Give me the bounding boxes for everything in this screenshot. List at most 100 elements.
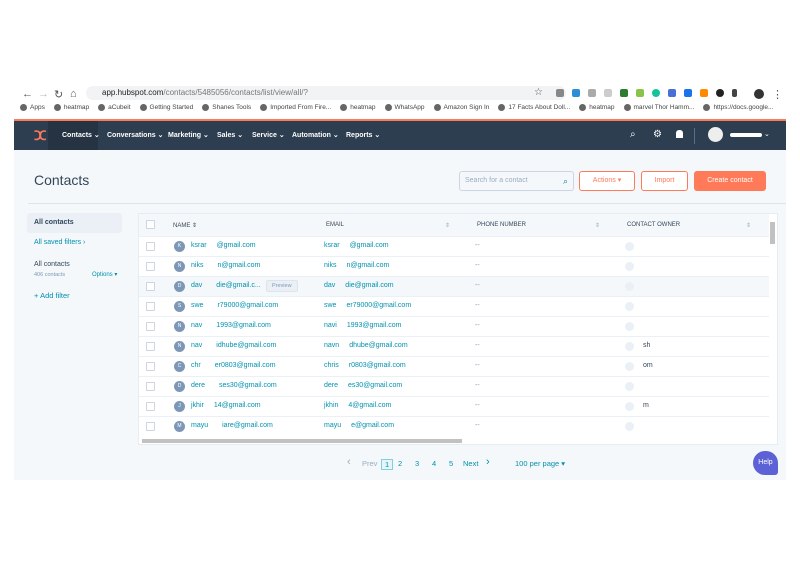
column-header-owner[interactable]: CONTACT OWNER xyxy=(627,222,680,228)
extension-icon[interactable] xyxy=(732,89,737,97)
bookmark-item[interactable]: heatmap xyxy=(54,104,89,111)
page-4-button[interactable]: 4 xyxy=(432,459,436,468)
sidebar-item-all-contacts[interactable]: All contacts xyxy=(27,213,122,233)
column-header-email[interactable]: EMAIL xyxy=(326,222,344,228)
reload-icon[interactable]: ↻ xyxy=(54,88,63,101)
bookmark-item[interactable]: Imported From Fire... xyxy=(260,104,331,111)
nav-item-marketing[interactable]: Marketing ⌄ xyxy=(168,131,209,139)
back-icon[interactable]: ← xyxy=(22,88,33,100)
nav-item-service[interactable]: Service ⌄ xyxy=(252,131,285,139)
table-row[interactable]: M mayuiare@gmail.com mayue@gmail.com -- xyxy=(139,416,769,436)
preview-button[interactable]: Preview xyxy=(266,280,298,292)
contact-name-link[interactable]: dereses30@gmail.com xyxy=(191,382,277,389)
contact-email[interactable]: mayue@gmail.com xyxy=(324,422,394,429)
table-row[interactable]: C chrer0803@gmail.com chrisr0803@gmail.c… xyxy=(139,356,769,376)
sort-icon[interactable]: ⇕ xyxy=(595,222,600,229)
contact-email[interactable]: sweer79000@gmail.com xyxy=(324,302,411,309)
nav-item-automation[interactable]: Automation ⌄ xyxy=(292,131,339,139)
row-checkbox[interactable] xyxy=(146,302,155,311)
page-3-button[interactable]: 3 xyxy=(415,459,419,468)
contact-name-link[interactable]: niksn@gmail.com xyxy=(191,262,260,269)
table-row[interactable]: S swer79000@gmail.com sweer79000@gmail.c… xyxy=(139,296,769,316)
star-icon[interactable]: ☆ xyxy=(534,87,543,98)
bookmark-item[interactable]: Amazon Sign In xyxy=(434,104,490,111)
extension-icon[interactable] xyxy=(620,89,628,97)
all-saved-filters-link[interactable]: All saved filters › xyxy=(34,239,85,246)
contact-name-link[interactable]: jkhir14@gmail.com xyxy=(191,402,261,409)
row-checkbox[interactable] xyxy=(146,262,155,271)
contact-name-link[interactable]: mayuiare@gmail.com xyxy=(191,422,273,429)
extension-icon[interactable] xyxy=(604,89,612,97)
sort-icon[interactable]: ⇕ xyxy=(445,222,450,229)
user-name-redacted[interactable] xyxy=(730,133,762,137)
chevron-down-icon[interactable]: ⌄ xyxy=(764,130,770,138)
row-checkbox[interactable] xyxy=(146,322,155,331)
actions-button[interactable]: Actions ▾ xyxy=(579,171,635,191)
bookmark-item[interactable]: heatmap xyxy=(579,104,614,111)
extension-icon[interactable] xyxy=(636,89,644,97)
contact-email[interactable]: davdie@gmail.com xyxy=(324,282,394,289)
bookmark-item[interactable]: heatmap xyxy=(340,104,375,111)
row-checkbox[interactable] xyxy=(146,382,155,391)
vertical-scrollbar[interactable] xyxy=(770,222,775,244)
select-all-checkbox[interactable] xyxy=(146,220,155,229)
nav-item-contacts[interactable]: Contacts ⌄ xyxy=(62,131,100,139)
extension-icon[interactable] xyxy=(684,89,692,97)
table-row[interactable]: N nav1993@gmail.com navi1993@gmail.com -… xyxy=(139,316,769,336)
row-checkbox[interactable] xyxy=(146,282,155,291)
contact-name-link[interactable]: chrer0803@gmail.com xyxy=(191,362,276,369)
contact-email[interactable]: navi1993@gmail.com xyxy=(324,322,401,329)
nav-item-sales[interactable]: Sales ⌄ xyxy=(217,131,243,139)
contact-email[interactable]: niksn@gmail.com xyxy=(324,262,389,269)
page-2-button[interactable]: 2 xyxy=(398,459,402,468)
contact-name-link[interactable]: navidhube@gmail.com xyxy=(191,342,276,349)
add-filter-button[interactable]: + Add filter xyxy=(34,291,70,300)
table-row[interactable]: D dereses30@gmail.com derees30@gmail.com… xyxy=(139,376,769,396)
gear-icon[interactable]: ⚙ xyxy=(653,129,662,140)
contact-name-link[interactable]: nav1993@gmail.com xyxy=(191,322,271,329)
page-5-button[interactable]: 5 xyxy=(449,459,453,468)
bookmark-item[interactable]: 17 Facts About Doll... xyxy=(498,104,570,111)
bookmark-item[interactable]: Shanes Tools xyxy=(202,104,251,111)
row-checkbox[interactable] xyxy=(146,242,155,251)
extension-icon[interactable] xyxy=(668,89,676,97)
bookmark-item[interactable]: https://docs.google... xyxy=(703,104,773,111)
search-icon[interactable]: ⌕ xyxy=(630,129,636,140)
import-button[interactable]: Import xyxy=(641,171,688,191)
sort-icon[interactable]: ⇕ xyxy=(746,222,751,229)
prev-button[interactable]: Prev xyxy=(362,459,377,468)
contact-name-link[interactable]: ksrar@gmail.com xyxy=(191,242,256,249)
table-row[interactable]: D davdie@gmail.c... Preview davdie@gmail… xyxy=(139,276,769,296)
home-icon[interactable]: ⌂ xyxy=(70,88,77,100)
contact-email[interactable]: ksrar@gmail.com xyxy=(324,242,389,249)
horizontal-scrollbar[interactable] xyxy=(142,439,462,443)
profile-avatar[interactable] xyxy=(754,89,764,99)
table-row[interactable]: K ksrar@gmail.com ksrar@gmail.com -- xyxy=(139,236,769,256)
address-bar[interactable]: app.hubspot.com/contacts/5485056/contact… xyxy=(86,86,566,100)
prev-chevron-icon[interactable]: ‹ xyxy=(347,456,351,468)
help-button[interactable]: Help xyxy=(753,451,778,475)
search-input[interactable]: Search for a contact⌕ xyxy=(459,171,574,191)
nav-item-conversations[interactable]: Conversations ⌄ xyxy=(107,131,163,139)
extension-icon[interactable] xyxy=(588,89,596,97)
row-checkbox[interactable] xyxy=(146,422,155,431)
contact-name-link[interactable]: davdie@gmail.c... xyxy=(191,282,261,289)
table-row[interactable]: J jkhir14@gmail.com jkhin4@gmail.com -- … xyxy=(139,396,769,416)
nav-item-reports[interactable]: Reports ⌄ xyxy=(346,131,380,139)
row-checkbox[interactable] xyxy=(146,362,155,371)
extension-icon[interactable] xyxy=(700,89,708,97)
bell-icon[interactable] xyxy=(676,130,683,138)
hubspot-logo-icon[interactable]: ⵋ xyxy=(34,128,46,144)
contact-email[interactable]: chrisr0803@gmail.com xyxy=(324,362,406,369)
create-contact-button[interactable]: Create contact xyxy=(694,171,766,191)
bookmark-item[interactable]: WhatsApp xyxy=(385,104,425,111)
grammarly-icon[interactable] xyxy=(652,89,660,97)
bookmark-item[interactable]: Getting Started xyxy=(140,104,194,111)
extension-icon[interactable] xyxy=(716,89,724,97)
contact-email[interactable]: derees30@gmail.com xyxy=(324,382,402,389)
table-row[interactable]: N navidhube@gmail.com navndhube@gmail.co… xyxy=(139,336,769,356)
next-button[interactable]: Next xyxy=(463,459,478,468)
table-row[interactable]: N niksn@gmail.com niksn@gmail.com -- xyxy=(139,256,769,276)
extension-icon[interactable] xyxy=(572,89,580,97)
column-header-name[interactable]: NAME ⇕ xyxy=(173,222,197,229)
